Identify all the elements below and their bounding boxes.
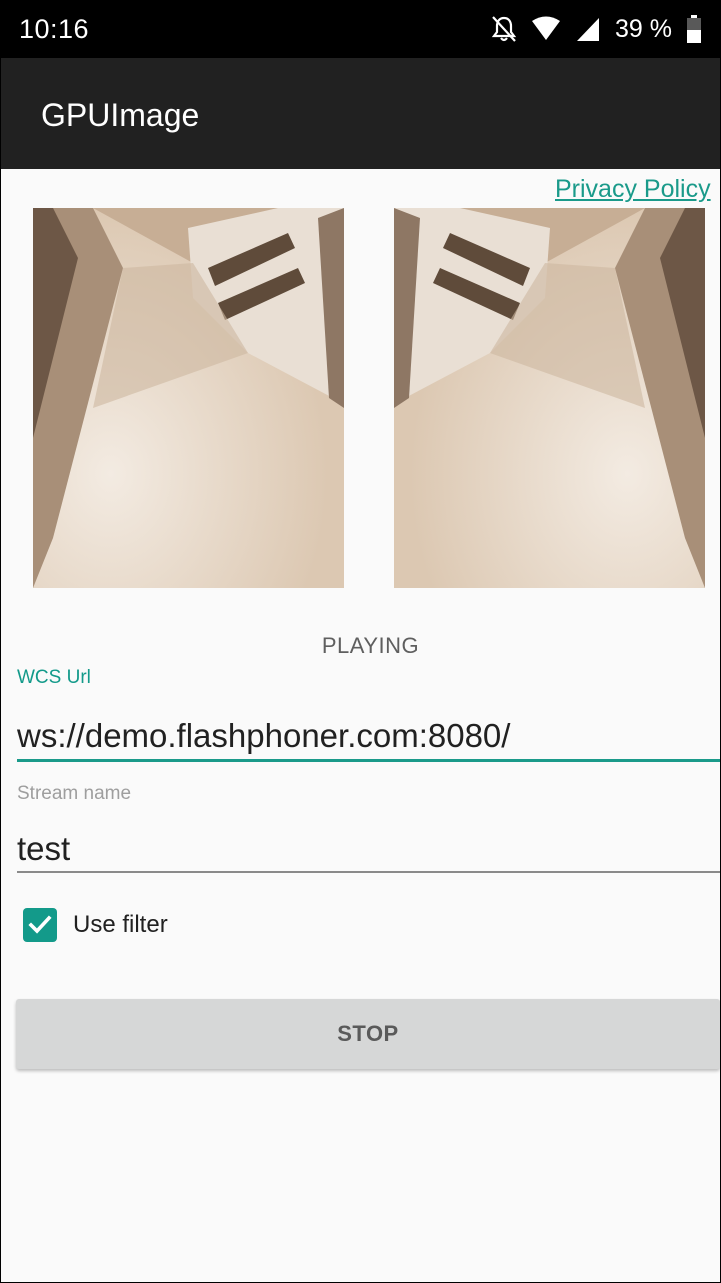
stream-status: PLAYING	[321, 633, 420, 658]
app-bar: GPUImage	[1, 58, 720, 169]
stream-name-input[interactable]	[17, 827, 720, 873]
notifications-off-icon	[491, 15, 517, 43]
signal-icon	[575, 16, 601, 42]
wcs-url-label: WCS Url	[17, 667, 91, 688]
checkbox-checked-icon	[23, 908, 57, 942]
status-time: 10:16	[19, 14, 90, 44]
use-filter-checkbox[interactable]: Use filter	[23, 907, 168, 943]
battery-icon	[686, 15, 702, 43]
local-video-view	[33, 208, 344, 588]
status-icons: 39 %	[491, 13, 702, 45]
status-bar: 10:16 39 %	[1, 1, 720, 58]
app-title: GPUImage	[41, 97, 200, 133]
privacy-policy-link[interactable]: Privacy Policy	[555, 175, 711, 204]
wcs-url-input[interactable]	[17, 713, 720, 762]
remote-video-view	[394, 208, 705, 588]
battery-percentage: 39 %	[615, 14, 672, 43]
wifi-icon	[531, 16, 561, 42]
stream-name-label: Stream name	[17, 783, 132, 804]
stop-button[interactable]: STOP	[16, 999, 720, 1069]
use-filter-label: Use filter	[73, 911, 168, 938]
app-screen: 10:16 39 % GPUImage Privacy Policy PLAYI…	[0, 0, 721, 1283]
